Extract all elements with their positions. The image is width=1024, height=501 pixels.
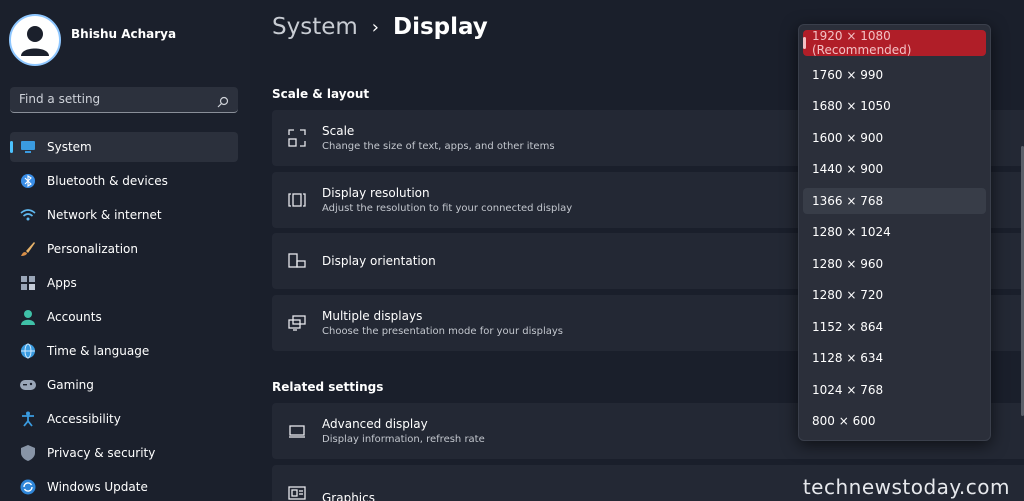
settings-window: Bhishu Acharya System Bluetooth & device… [0,0,1024,501]
scale-icon [286,127,308,149]
sidebar-item-apps[interactable]: Apps [10,268,238,298]
page-title: Display [392,14,488,40]
card-title: Display resolution [322,186,430,200]
resolution-option[interactable]: 1760 × 990 [803,62,986,88]
card-title: Advanced display [322,417,428,431]
sidebar-item-network[interactable]: Network & internet [10,200,238,230]
resolution-option[interactable]: 1920 × 1080 (Recommended) [803,29,986,57]
sidebar-item-label: Gaming [47,378,94,392]
accessibility-icon [19,410,37,428]
username: Bhishu Acharya [71,27,177,41]
avatar[interactable] [9,14,61,66]
sidebar-item-label: Accessibility [47,412,121,426]
sidebar-item-label: Windows Update [47,480,148,494]
resolution-option[interactable]: 1600 × 900 [803,125,986,151]
section-title-related-settings: Related settings [272,380,384,394]
sidebar-item-label: Time & language [47,344,150,358]
sidebar-item-label: Apps [47,276,77,290]
sidebar-item-label: Personalization [47,242,138,256]
sidebar-item-personalization[interactable]: Personalization [10,234,238,264]
resolution-icon [286,189,308,211]
card-subtitle: Choose the presentation mode for your di… [322,326,564,337]
shield-icon [19,444,37,462]
resolution-dropdown[interactable]: 1920 × 1080 (Recommended) 1760 × 990 168… [798,24,991,441]
resolution-option[interactable]: 1440 × 900 [803,156,986,182]
wifi-icon [19,206,37,224]
resolution-option[interactable]: 1280 × 1024 [803,219,986,245]
sidebar-item-label: System [47,140,92,154]
resolution-option[interactable]: 1280 × 960 [803,251,986,277]
sidebar-item-privacy[interactable]: Privacy & security [10,438,238,468]
globe-icon [19,342,37,360]
monitor-icon [19,138,37,156]
card-title: Multiple displays [322,309,423,323]
sidebar-nav: System Bluetooth & devices Network & int… [10,132,238,501]
sidebar-item-label: Privacy & security [47,446,156,460]
orientation-icon [286,250,308,272]
resolution-option[interactable]: 800 × 600 [803,408,986,434]
resolution-option[interactable]: 1128 × 634 [803,345,986,371]
watermark: technewstoday.com [802,475,1010,499]
card-subtitle: Adjust the resolution to fit your connec… [322,203,573,214]
sidebar-item-system[interactable]: System [10,132,238,162]
card-title: Scale [322,124,355,138]
profile[interactable]: Bhishu Acharya [9,14,176,66]
sidebar-item-gaming[interactable]: Gaming [10,370,238,400]
search-box[interactable] [10,87,238,113]
sidebar-item-accounts[interactable]: Accounts [10,302,238,332]
breadcrumb: System › Display [272,14,488,40]
graphics-icon [286,482,308,501]
sidebar-item-label: Bluetooth & devices [47,174,168,188]
sidebar-item-bluetooth[interactable]: Bluetooth & devices [10,166,238,196]
multiple-displays-icon [286,312,308,334]
gamepad-icon [19,376,37,394]
person-icon [19,308,37,326]
bluetooth-icon [19,172,37,190]
card-subtitle: Display information, refresh rate [322,434,485,445]
advanced-display-icon [286,420,308,442]
resolution-option[interactable]: 1152 × 864 [803,314,986,340]
card-title: Graphics [322,491,375,501]
sidebar-item-accessibility[interactable]: Accessibility [10,404,238,434]
person-icon [21,26,49,56]
brush-icon [19,240,37,258]
search-icon[interactable] [217,93,229,112]
sidebar: Bhishu Acharya System Bluetooth & device… [0,0,250,501]
section-title-scale-layout: Scale & layout [272,87,370,101]
breadcrumb-parent[interactable]: System [272,14,358,40]
sidebar-item-time-language[interactable]: Time & language [10,336,238,366]
card-title: Display orientation [322,254,436,268]
resolution-option[interactable]: 1366 × 768 [803,188,986,214]
chevron-right-icon: › [371,16,379,38]
resolution-option[interactable]: 1024 × 768 [803,377,986,403]
apps-icon [19,274,37,292]
sidebar-item-label: Network & internet [47,208,162,222]
update-icon [19,478,37,496]
sidebar-item-label: Accounts [47,310,102,324]
sidebar-item-windows-update[interactable]: Windows Update [10,472,238,501]
resolution-option[interactable]: 1280 × 720 [803,282,986,308]
card-subtitle: Change the size of text, apps, and other… [322,141,555,152]
search-input[interactable] [10,87,228,111]
resolution-option[interactable]: 1680 × 1050 [803,93,986,119]
